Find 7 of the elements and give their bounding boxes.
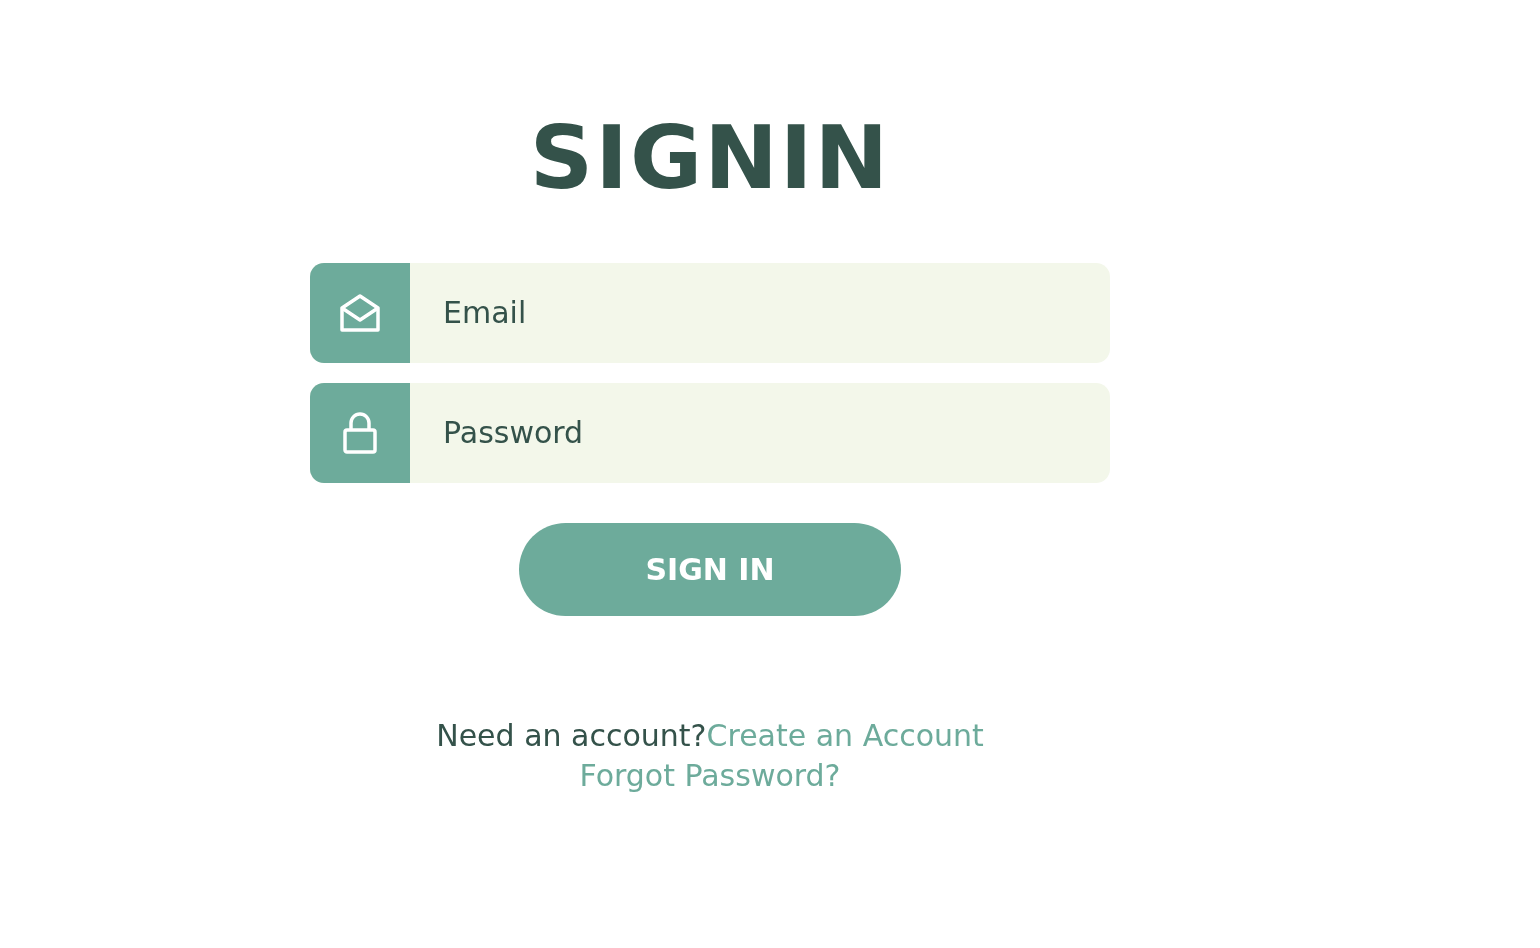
envelope-icon: [339, 291, 381, 334]
page-title: SIGNIN: [528, 110, 892, 207]
lock-icon: [343, 411, 377, 454]
sign-in-button[interactable]: SIGN IN: [519, 522, 901, 616]
account-prompt: Need an account?: [436, 717, 707, 753]
forgot-password-link[interactable]: Forgot Password?: [579, 757, 841, 793]
create-account-link[interactable]: Create an Account: [706, 717, 984, 753]
